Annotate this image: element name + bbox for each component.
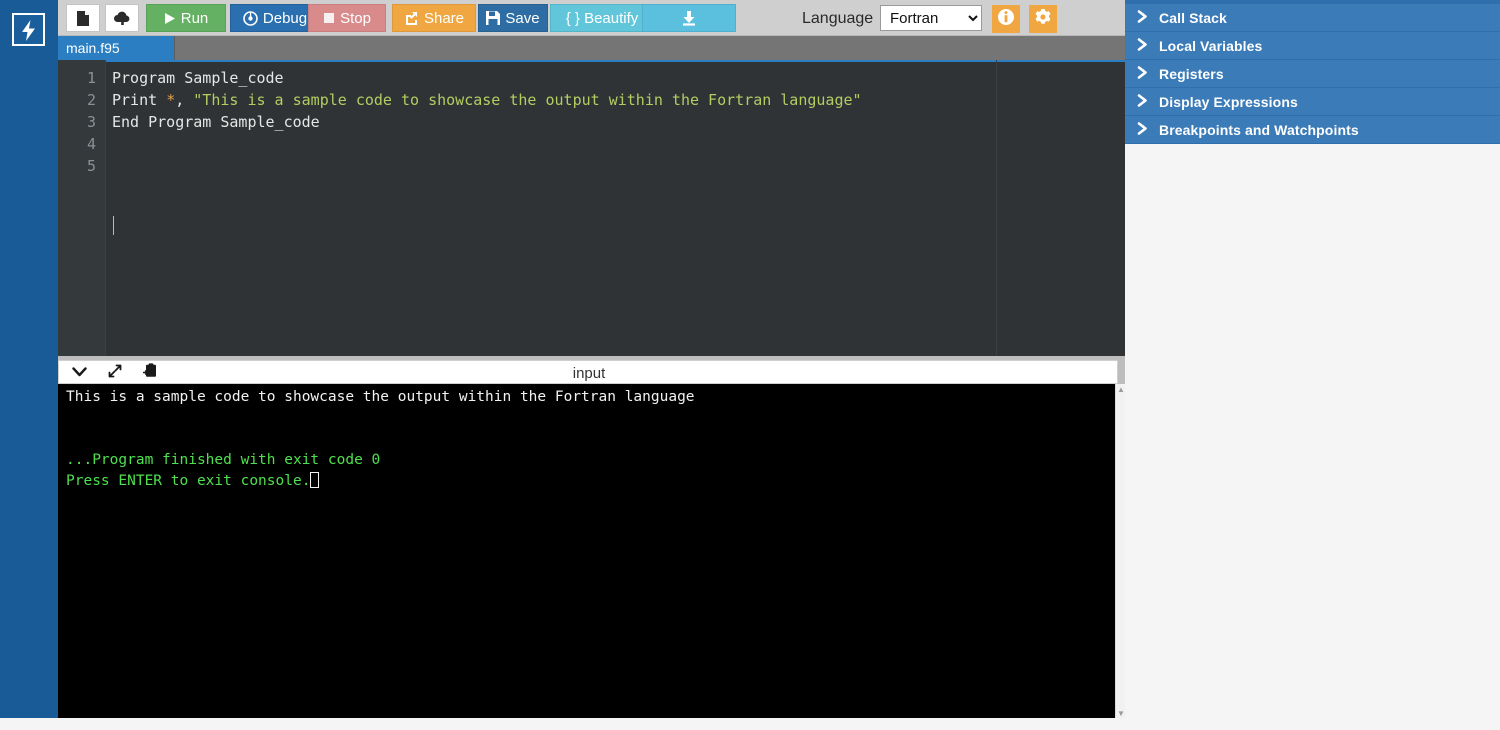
chevron-right-icon bbox=[1125, 94, 1159, 110]
console-exit-line: ...Program finished with exit code 0 bbox=[66, 450, 1115, 471]
save-button[interactable]: Save bbox=[478, 4, 548, 32]
console-prompt-line: Press ENTER to exit console. bbox=[66, 471, 1115, 492]
share-button-label: Share bbox=[424, 10, 464, 27]
code-token: Program Sample_code bbox=[112, 69, 284, 87]
console-scrollbar[interactable]: ▲ ▼ bbox=[1115, 384, 1125, 720]
play-icon bbox=[164, 12, 176, 25]
console-toolbar: input bbox=[58, 360, 1118, 384]
debug-panel-label: Breakpoints and Watchpoints bbox=[1159, 122, 1359, 138]
debug-panel-registers[interactable]: Registers bbox=[1125, 60, 1500, 88]
tab-main-f95[interactable]: main.f95 bbox=[58, 36, 175, 60]
console-collapse-button[interactable] bbox=[68, 364, 90, 382]
beautify-button-label: { } Beautify bbox=[566, 10, 639, 27]
debug-clock-icon bbox=[243, 11, 258, 26]
run-button-label: Run bbox=[181, 10, 209, 27]
expand-arrows-icon bbox=[108, 364, 122, 383]
save-button-label: Save bbox=[505, 10, 539, 27]
info-button[interactable] bbox=[992, 5, 1020, 33]
text-caret bbox=[113, 216, 114, 235]
left-rail bbox=[0, 0, 58, 718]
debug-panel-display-expressions[interactable]: Display Expressions bbox=[1125, 88, 1500, 116]
share-button[interactable]: Share bbox=[392, 4, 476, 32]
editor-gutter: 12345 bbox=[58, 60, 106, 356]
chevron-right-icon bbox=[1125, 10, 1159, 26]
debug-panel-label: Local Variables bbox=[1159, 38, 1262, 54]
code-token: * bbox=[166, 91, 175, 109]
code-line: End Program Sample_code bbox=[112, 111, 1125, 133]
chevron-right-icon bbox=[1125, 38, 1159, 54]
console-block-caret bbox=[310, 472, 319, 488]
console-spacer bbox=[66, 408, 1115, 450]
app-logo[interactable] bbox=[12, 13, 45, 46]
console-stdout-line: This is a sample code to showcase the ou… bbox=[66, 387, 1115, 408]
debug-panel-call-stack[interactable]: Call Stack bbox=[1125, 4, 1500, 32]
debug-button[interactable]: Debug bbox=[230, 4, 320, 32]
debug-panel-breakpoints-and-watchpoints[interactable]: Breakpoints and Watchpoints bbox=[1125, 116, 1500, 144]
debug-button-label: Debug bbox=[263, 10, 307, 27]
code-token: "This is a sample code to showcase the o… bbox=[193, 91, 861, 109]
new-file-icon bbox=[76, 10, 90, 27]
code-line bbox=[112, 155, 1125, 177]
settings-button[interactable] bbox=[1029, 5, 1057, 33]
download-icon bbox=[681, 10, 697, 26]
code-line: Print *, "This is a sample code to showc… bbox=[112, 89, 1125, 111]
console-prompt-text: Press ENTER to exit console. bbox=[66, 473, 310, 489]
code-line bbox=[112, 133, 1125, 155]
window-bottom-strip bbox=[0, 718, 1125, 730]
line-number: 1 bbox=[58, 67, 96, 89]
tab-label: main.f95 bbox=[66, 40, 120, 56]
line-number: 4 bbox=[58, 133, 96, 155]
top-toolbar: Run Debug Stop bbox=[58, 0, 1125, 36]
code-token: Print bbox=[112, 91, 166, 109]
stop-square-icon bbox=[323, 12, 335, 24]
code-content[interactable]: Program Sample_code Print *, "This is a s… bbox=[106, 60, 1125, 356]
console-paste-button[interactable] bbox=[139, 364, 161, 382]
chevron-right-icon bbox=[1125, 122, 1159, 138]
input-label: input bbox=[59, 361, 1119, 385]
code-token: End Program Sample_code bbox=[112, 113, 320, 131]
console-output[interactable]: This is a sample code to showcase the ou… bbox=[58, 384, 1115, 720]
console-expand-button[interactable] bbox=[104, 364, 126, 382]
floppy-save-icon bbox=[486, 11, 500, 25]
debug-panel-label: Call Stack bbox=[1159, 10, 1227, 26]
scroll-up-arrow-icon[interactable]: ▲ bbox=[1117, 386, 1125, 394]
debug-panel-label: Display Expressions bbox=[1159, 94, 1298, 110]
code-line: Program Sample_code bbox=[112, 67, 1125, 89]
language-select[interactable]: Fortran bbox=[880, 5, 982, 31]
scroll-down-arrow-icon[interactable]: ▼ bbox=[1117, 710, 1125, 718]
share-icon bbox=[404, 11, 419, 26]
code-editor[interactable]: 12345 Program Sample_code Print *, "This … bbox=[58, 60, 1125, 356]
debug-panel-label: Registers bbox=[1159, 66, 1224, 82]
clipboard-paste-icon bbox=[143, 363, 157, 383]
stop-button-label: Stop bbox=[340, 10, 371, 27]
editor-tabbar: main.f95 bbox=[58, 36, 1125, 60]
code-token: , bbox=[175, 91, 193, 109]
line-number: 2 bbox=[58, 89, 96, 111]
beautify-button[interactable]: { } Beautify bbox=[550, 4, 654, 32]
lightning-bolt-icon bbox=[14, 19, 43, 42]
line-number-list: 12345 bbox=[58, 60, 105, 177]
new-file-button[interactable] bbox=[66, 4, 100, 32]
upload-button[interactable] bbox=[105, 4, 139, 32]
gear-icon bbox=[1034, 8, 1052, 31]
chevron-right-icon bbox=[1125, 66, 1159, 82]
chevron-down-icon bbox=[72, 364, 87, 382]
upload-cloud-icon bbox=[113, 10, 132, 26]
debug-panel-list: Call Stack Local Variables Registers Displa… bbox=[1125, 4, 1500, 144]
line-number: 3 bbox=[58, 111, 96, 133]
ide-window: Run Debug Stop bbox=[0, 0, 1500, 730]
download-button[interactable] bbox=[642, 4, 736, 32]
info-icon bbox=[997, 8, 1015, 31]
debug-panel-local-variables[interactable]: Local Variables bbox=[1125, 32, 1500, 60]
language-label: Language bbox=[802, 10, 873, 28]
debug-sidebar: Call Stack Local Variables Registers Displa… bbox=[1125, 0, 1500, 730]
console-header-bar: input bbox=[58, 356, 1125, 384]
run-button[interactable]: Run bbox=[146, 4, 226, 32]
line-number: 5 bbox=[58, 155, 96, 177]
stop-button[interactable]: Stop bbox=[308, 4, 386, 32]
